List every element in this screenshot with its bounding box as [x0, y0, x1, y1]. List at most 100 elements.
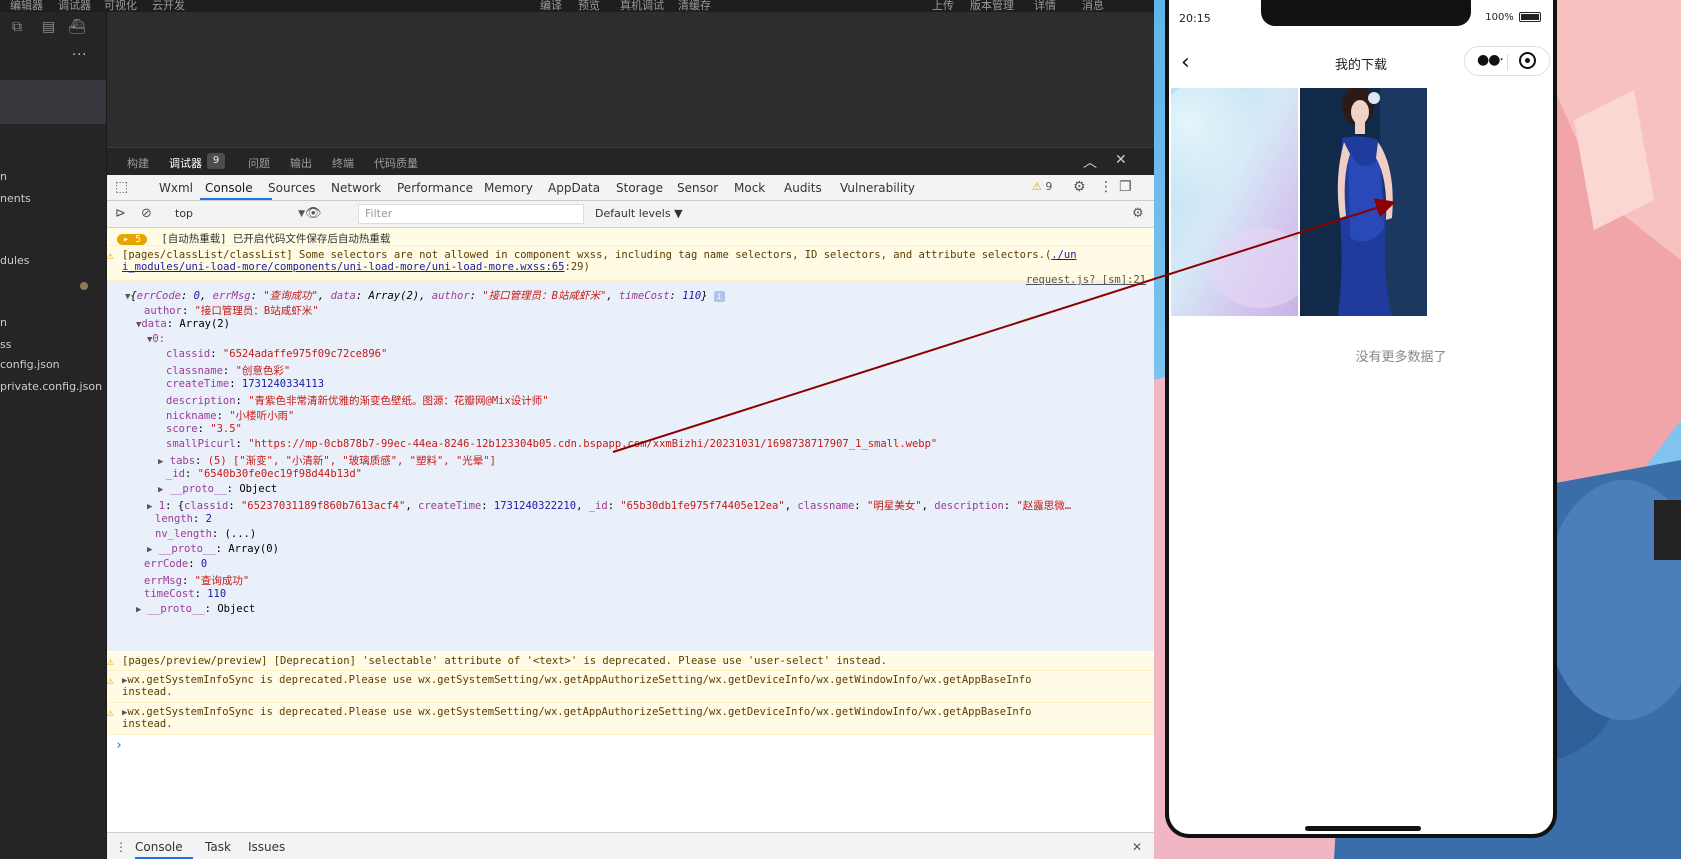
layout-icon[interactable]: ▤ — [42, 20, 56, 34]
menubar-item[interactable]: 详情 — [1034, 0, 1056, 12]
devtools-tab-audits[interactable]: Audits — [784, 181, 822, 195]
devtools-tab-sources[interactable]: Sources — [268, 181, 315, 195]
download-thumbnail-gradient[interactable] — [1171, 88, 1298, 316]
log-levels-dropdown[interactable]: Default levels ▼ — [595, 207, 683, 220]
more-dots-icon[interactable]: ●●· — [1477, 52, 1504, 68]
info-icon[interactable]: i — [713, 290, 725, 302]
drawer-tab-task[interactable]: Task — [205, 840, 231, 854]
collapsed-triangle-icon: ▶ — [147, 502, 153, 512]
kebab-menu-icon[interactable]: ⋮ — [1099, 179, 1113, 195]
prop-nv-length[interactable]: nv_length: (...) — [155, 528, 1154, 540]
devtools-tab-storage[interactable]: Storage — [616, 181, 663, 195]
menubar-item[interactable]: 编译 — [540, 0, 562, 12]
devtools-tab-appdata[interactable]: AppData — [548, 181, 600, 195]
panel-tab-bar: 构建 调试器 问题 输出 终端 代码质量 9 ︿ ✕ — [107, 147, 1154, 175]
warning-count: 9 — [1045, 180, 1053, 193]
menubar-item[interactable]: 编辑器 — [10, 0, 43, 12]
prop-proto-root[interactable]: ▶ __proto__: Object — [136, 603, 1154, 615]
devtools-tab-network[interactable]: Network — [331, 181, 381, 195]
devtools-tab-console[interactable]: Console — [205, 181, 253, 195]
file-explorer-sidebar: ⧉ ▤ ⛴ ··· n nents dules n ss config.json priva… — [0, 12, 107, 859]
drawer-tab-console[interactable]: Console — [135, 840, 183, 854]
devtools-tab-performance[interactable]: Performance — [397, 181, 473, 195]
console-warning-deprecation: ⚠ [pages/preview/preview] [Deprecation] … — [107, 652, 1154, 671]
prop-timeCost: timeCost: 110 — [144, 588, 227, 600]
menubar-item[interactable]: 可视化 — [104, 0, 137, 12]
file-tree-item[interactable]: n — [0, 170, 7, 183]
sidebar-toggle-icon[interactable]: ⊳ — [115, 206, 126, 221]
devtools-tab-mock[interactable]: Mock — [734, 181, 765, 195]
close-target-icon[interactable] — [1519, 52, 1536, 69]
wxss-source-link-cont[interactable]: i_modules/uni-load-more/components/uni-l… — [122, 261, 565, 273]
file-tree-item[interactable]: nents — [0, 192, 31, 205]
file-tree-item[interactable]: ss — [0, 338, 11, 351]
prop-index-1[interactable]: ▶ 1: {classid: "65237031189f860b7613acf4… — [147, 498, 1154, 513]
drawer-tab-issues[interactable]: Issues — [248, 840, 285, 854]
filter-input[interactable]: Filter — [358, 204, 584, 224]
file-tree-item[interactable]: dules — [0, 254, 30, 267]
menubar-item[interactable]: 消息 — [1082, 0, 1104, 12]
console-settings-icon[interactable]: ⚙ — [1132, 206, 1144, 221]
devtools-tab-vulnerability[interactable]: Vulnerability — [840, 181, 915, 195]
prop-tabs[interactable]: ▶ tabs: (5) ["渐变", "小清新", "玻璃质感", "塑料", … — [158, 453, 1154, 468]
selected-file-row[interactable] — [0, 80, 106, 124]
docker-icon[interactable]: ⛴ — [68, 20, 86, 34]
console-prompt[interactable]: › — [115, 738, 1154, 753]
prop-author: author: "接口管理员：B站咸虾米" — [144, 305, 319, 317]
menubar-item[interactable]: 清缓存 — [678, 0, 711, 12]
file-tree-item[interactable]: n — [0, 316, 7, 329]
prop-smallPicurl: smallPicurl: "https://mp-0cb878b7-99ec-4… — [166, 438, 938, 450]
menubar-item[interactable]: 上传 — [932, 0, 954, 12]
download-thumbnail-portrait[interactable] — [1300, 88, 1427, 316]
prop-proto-array[interactable]: ▶ __proto__: Array(0) — [147, 543, 1154, 555]
console-warning-systeminfo-2[interactable]: ⚠ ▶wx.getSystemInfoSync is deprecated.Pl… — [107, 703, 1154, 735]
panel-tab[interactable]: 调试器 — [169, 155, 202, 171]
warning-counter[interactable]: ⚠ 9 — [1032, 180, 1052, 193]
prop-index-0[interactable]: ▼0: — [147, 333, 1154, 345]
object-summary[interactable]: ▼{errCode: 0, errMsg: "查询成功", data: Arra… — [125, 288, 1154, 303]
drawer-menu-icon[interactable]: ⋮ — [115, 840, 127, 854]
menubar-item[interactable]: 版本管理 — [970, 0, 1014, 12]
close-drawer-icon[interactable]: ✕ — [1132, 840, 1142, 854]
inspect-element-icon[interactable]: ⬚ — [115, 179, 128, 195]
devtools-tab-sensor[interactable]: Sensor — [677, 181, 718, 195]
collapse-up-icon[interactable]: ︿ — [1083, 152, 1097, 172]
panel-tab[interactable]: 代码质量 — [374, 155, 418, 171]
panel-tab[interactable]: 输出 — [290, 155, 312, 171]
file-tree-item[interactable]: private.config.json — [0, 380, 102, 393]
menubar-item[interactable]: 预览 — [578, 0, 600, 12]
panel-tab[interactable]: 构建 — [127, 155, 149, 171]
miniprogram-capsule: ●●· — [1464, 46, 1550, 76]
home-indicator — [1305, 826, 1421, 831]
more-options-icon[interactable]: ··· — [72, 48, 87, 63]
prop-proto-object[interactable]: ▶ __proto__: Object — [158, 483, 1154, 495]
no-more-data-text: 没有更多数据了 — [1355, 350, 1447, 365]
battery-icon — [1519, 12, 1541, 22]
warning-text: wx.getSystemInfoSync is deprecated.Pleas… — [127, 674, 1032, 686]
devtools-tab-wxml[interactable]: Wxml — [159, 181, 193, 195]
prop-data[interactable]: ▼data: Array(2) — [136, 318, 1154, 330]
panel-tab[interactable]: 问题 — [248, 155, 270, 171]
settings-gear-icon[interactable]: ⚙ — [1073, 179, 1086, 195]
panel-tab[interactable]: 终端 — [332, 155, 354, 171]
file-tree-item[interactable]: config.json — [0, 358, 60, 371]
devtools-tab-memory[interactable]: Memory — [484, 181, 533, 195]
close-panel-icon[interactable]: ✕ — [1115, 152, 1127, 168]
console-warning-systeminfo-1[interactable]: ⚠ ▶wx.getSystemInfoSync is deprecated.Pl… — [107, 671, 1154, 703]
request-source-link[interactable]: request.js? [sm]:21 — [1026, 274, 1146, 286]
undock-icon[interactable]: ❐ — [1119, 179, 1132, 195]
context-selector[interactable]: top — [171, 205, 311, 223]
copy-icon[interactable]: ⧉ — [12, 20, 26, 34]
wxss-source-link[interactable]: ./un — [1051, 249, 1076, 261]
menubar-item[interactable]: 云开发 — [152, 0, 185, 12]
warning-icon: ⚠ — [107, 655, 114, 668]
menubar-item[interactable]: 调试器 — [58, 0, 91, 12]
phone-notch — [1261, 0, 1471, 26]
menubar-item[interactable]: 真机调试 — [620, 0, 664, 12]
warning-text: [pages/preview/preview] [Deprecation] 's… — [122, 655, 887, 667]
console-toolbar: ⊳ ⊘ top 👁 Filter Default levels ▼ ⚙ — [107, 201, 1154, 228]
battery-percent: 100% — [1485, 12, 1514, 23]
console-message-hotreload: ▸ 5 [自动热重载] 已开启代码文件保存后自动热重载 — [107, 228, 1154, 246]
clear-console-icon[interactable]: ⊘ — [141, 206, 152, 221]
eye-icon[interactable]: 👁 — [305, 206, 322, 221]
